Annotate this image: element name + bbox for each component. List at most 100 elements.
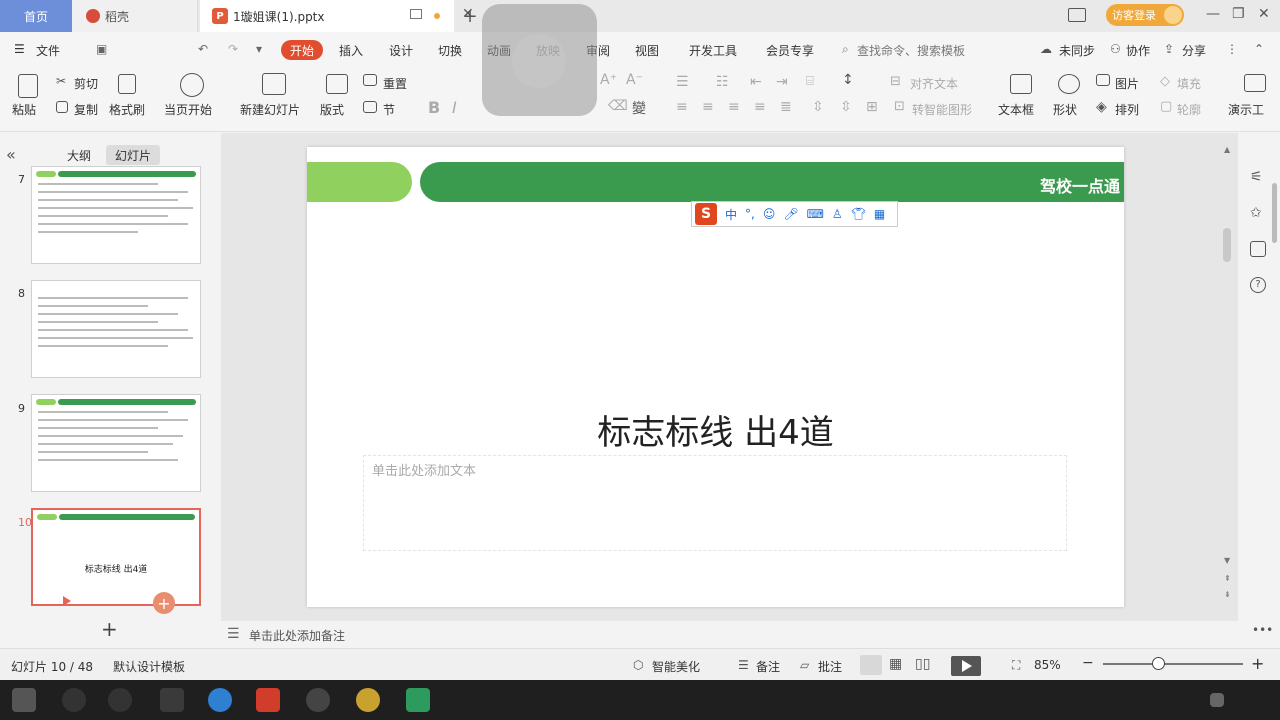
text-fit-icon[interactable]: ⊞ [866, 99, 878, 115]
play-slide-icon[interactable] [63, 596, 71, 606]
task-view-icon[interactable] [108, 688, 132, 712]
app3-icon[interactable] [356, 688, 380, 712]
edge-icon[interactable] [208, 688, 232, 712]
save-icon[interactable]: ▣ [96, 42, 107, 56]
tab-document[interactable]: P 1璇姐课(1).pptx ✕ [200, 0, 474, 32]
columns-icon[interactable]: ⇳ [812, 99, 824, 115]
menu-home[interactable]: 开始 [281, 40, 323, 60]
align-center-icon[interactable]: ≡ [702, 99, 714, 115]
textbox-button[interactable]: 文本框 [998, 101, 1034, 118]
phonetic-icon[interactable]: 變 [632, 98, 646, 118]
arrange-button[interactable]: 排列 [1115, 101, 1139, 118]
cut-button[interactable]: 剪切 [74, 75, 98, 92]
new-tab-button[interactable]: + [460, 0, 480, 32]
layout-button[interactable]: 版式 [320, 101, 344, 118]
font-grow-icon[interactable]: A⁺ [600, 72, 617, 88]
normal-view-icon[interactable] [860, 655, 882, 675]
paste-button[interactable]: 粘贴 [12, 101, 36, 118]
emoji-icon[interactable]: ☺ [763, 207, 776, 221]
paste-icon[interactable] [18, 74, 38, 98]
reading-view-icon[interactable]: ▯▯ [915, 656, 930, 672]
collapse-ribbon-icon[interactable]: ⌃ [1254, 42, 1264, 56]
next-slide-icon[interactable]: ⇟ [1224, 590, 1231, 599]
font-shrink-icon[interactable]: A⁻ [626, 72, 643, 88]
smart-art-button[interactable]: 转智能图形 [912, 101, 972, 118]
help-icon[interactable]: ? [1250, 277, 1266, 293]
app4-icon[interactable] [406, 688, 430, 712]
new-slide-button[interactable]: 新建幻灯片 [240, 101, 300, 118]
app2-icon[interactable] [306, 688, 330, 712]
zoom-out-icon[interactable]: − [1082, 655, 1094, 671]
tab-outline[interactable]: 大纲 [67, 147, 91, 164]
redo-icon[interactable]: ↷ [228, 42, 238, 56]
properties-icon[interactable]: ⚟ [1250, 169, 1266, 185]
monitor-icon[interactable] [410, 9, 422, 19]
hamburger-icon[interactable]: ☰ [14, 42, 25, 56]
copy-button[interactable]: 复制 [74, 101, 98, 118]
menu-view[interactable]: 视图 [635, 42, 659, 59]
shape-button[interactable]: 形状 [1053, 101, 1077, 118]
zoom-slider-track[interactable] [1103, 663, 1243, 665]
line-spacing-icon[interactable]: ↕ [842, 72, 854, 88]
sorter-view-icon[interactable]: ▦ [889, 656, 902, 672]
format-painter-button[interactable]: 格式刷 [109, 101, 145, 118]
play-from-current-button[interactable]: 当页开始 [164, 101, 212, 118]
tab-home[interactable]: 首页 [0, 0, 72, 32]
slide-thumbnail-9[interactable] [31, 394, 201, 492]
align-text-button[interactable]: 对齐文本 [910, 75, 958, 92]
notification-icon[interactable] [1210, 693, 1224, 707]
zoom-slider-knob[interactable] [1152, 657, 1165, 670]
slideshow-play-button[interactable] [951, 656, 981, 676]
minimize-icon[interactable]: — [1206, 6, 1220, 22]
text-direction-icon[interactable]: ⌸ [806, 74, 814, 89]
comments-button[interactable]: 批注 [818, 658, 842, 675]
grid-icon[interactable]: ▦ [874, 207, 885, 221]
menu-file[interactable]: 文件 [36, 42, 60, 59]
menu-insert[interactable]: 插入 [339, 42, 363, 59]
layout-icon[interactable] [1068, 8, 1086, 22]
ime-mode-toggle[interactable]: 中 [725, 206, 737, 223]
close-window-icon[interactable]: ✕ [1258, 6, 1270, 22]
justify-icon[interactable]: ≡ [754, 99, 766, 115]
menu-developer[interactable]: 开发工具 [689, 42, 737, 59]
notes-toggle-button[interactable]: 备注 [756, 658, 780, 675]
present-tools-button[interactable]: 演示工 [1228, 101, 1264, 118]
tab-slides[interactable]: 幻灯片 [106, 145, 160, 165]
bullet-list-icon[interactable]: ☰ [676, 74, 689, 90]
slide-thumbnail-7[interactable] [31, 166, 201, 264]
start-icon[interactable] [12, 688, 36, 712]
subtitle-placeholder[interactable]: 单击此处添加文本 [363, 455, 1067, 551]
collab-button[interactable]: 协作 [1126, 42, 1150, 59]
italic-icon[interactable]: I [452, 98, 457, 117]
brand-text[interactable]: 驾校一点通 [1040, 173, 1120, 197]
customize-icon[interactable]: ▾ [256, 42, 262, 56]
share-button[interactable]: 分享 [1182, 42, 1206, 59]
add-slide-icon[interactable]: + [153, 592, 175, 614]
collapse-panel-icon[interactable]: « [6, 145, 16, 164]
distribute-icon[interactable]: ≣ [780, 99, 792, 115]
search-taskbar-icon[interactable] [62, 688, 86, 712]
menu-transition[interactable]: 切换 [438, 42, 462, 59]
notes-pane[interactable]: ☰ 单击此处添加备注 [221, 622, 1238, 648]
pin-icon[interactable]: ✩ [1250, 205, 1266, 221]
bold-icon[interactable]: B [428, 98, 440, 117]
para-spacing-icon[interactable]: ⇳ [840, 99, 852, 115]
undo-icon[interactable]: ↶ [198, 42, 208, 56]
section-button[interactable]: 节 [383, 101, 395, 118]
outdent-icon[interactable]: ⇤ [750, 74, 762, 90]
menu-design[interactable]: 设计 [389, 42, 413, 59]
more-options-icon[interactable]: ••• [1252, 623, 1273, 637]
add-slide-plus-icon[interactable]: + [101, 617, 118, 641]
punctuation-icon[interactable]: °, [745, 207, 755, 221]
right-scrollbar-thumb[interactable] [1272, 183, 1277, 243]
menu-member[interactable]: 会员专享 [766, 42, 814, 59]
number-list-icon[interactable]: ☷ [716, 74, 729, 90]
restore-icon[interactable]: ❐ [1232, 6, 1245, 22]
align-right-icon[interactable]: ≡ [728, 99, 740, 115]
tab-docer[interactable]: 稻壳 [72, 0, 198, 32]
slide-thumbnail-10[interactable]: 标志标线 出4道 + [31, 508, 201, 614]
slide-title[interactable]: 标志标线 出4道 [307, 405, 1124, 454]
keyboard-icon[interactable]: ⌨ [807, 207, 824, 221]
zoom-in-icon[interactable]: + [1251, 654, 1264, 673]
clear-format-icon[interactable]: ⌫ [608, 98, 628, 114]
